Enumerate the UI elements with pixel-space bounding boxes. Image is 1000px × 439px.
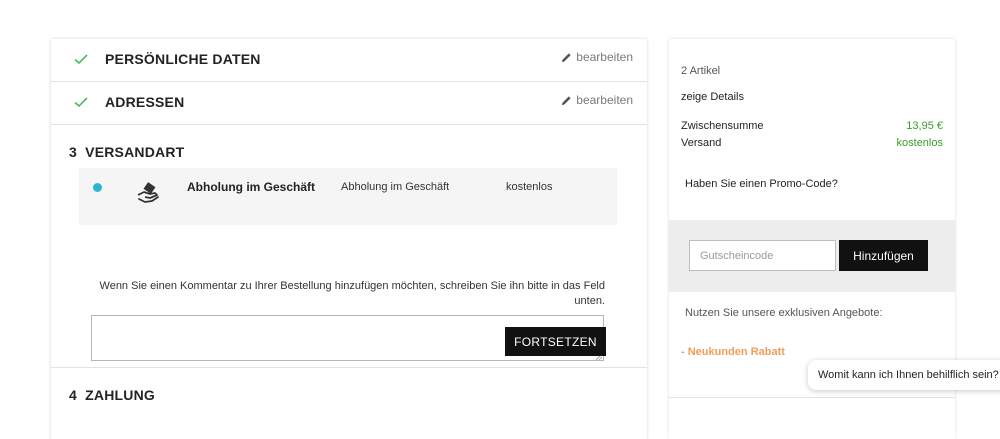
offers-label: Nutzen Sie unsere exklusiven Angebote:: [685, 307, 883, 319]
item-count: 2 Artikel: [681, 65, 721, 77]
chat-bubble[interactable]: Womit kann ich Ihnen behilflich sein?: [808, 360, 1000, 390]
check-icon: [74, 97, 88, 108]
show-details-link[interactable]: zeige Details: [681, 91, 744, 103]
comment-label: Wenn Sie einen Kommentar zu Ihrer Bestel…: [99, 280, 605, 307]
shipping-label: Versand: [681, 137, 722, 149]
step-addresses[interactable]: ADRESSEN bearbeiten: [51, 82, 647, 125]
check-icon: [74, 54, 88, 65]
continue-button[interactable]: FORTSETZEN: [505, 327, 606, 356]
step-title: 3 VERSANDART: [69, 144, 185, 160]
subtotal-label: Zwischensumme: [681, 120, 764, 132]
delivery-option[interactable]: Abholung im Geschäft Abholung im Geschäf…: [79, 168, 617, 225]
edit-addresses-link[interactable]: bearbeiten: [561, 93, 633, 107]
hand-package-icon: [137, 182, 159, 203]
shipping-row: Versand kostenlos: [681, 137, 943, 149]
add-promo-button[interactable]: Hinzufügen: [839, 240, 928, 271]
pencil-icon: [562, 95, 571, 105]
pencil-icon: [562, 52, 571, 62]
carrier-delay: Abholung im Geschäft: [341, 181, 450, 193]
offer-link-new-customer[interactable]: - Neukunden Rabatt: [681, 346, 785, 358]
edit-personal-data-link[interactable]: bearbeiten: [561, 50, 633, 64]
divider: [669, 397, 955, 398]
carrier-name: Abholung im Geschäft: [187, 180, 316, 194]
carrier-price: kostenlos: [506, 181, 553, 193]
subtotal-value: 13,95 €: [906, 120, 943, 132]
edit-label: bearbeiten: [576, 93, 633, 107]
step-title: 4 ZAHLUNG: [69, 387, 155, 403]
checkout-steps: PERSÖNLICHE DATEN bearbeiten ADRESSEN be…: [51, 39, 647, 439]
step-payment[interactable]: 4 ZAHLUNG: [51, 367, 647, 439]
delivery-option-radio[interactable]: [93, 183, 102, 192]
step-title: ADRESSEN: [105, 94, 185, 110]
chat-bubble-text: Womit kann ich Ihnen behilflich sein?: [818, 369, 999, 381]
promo-code-area: Hinzufügen: [669, 220, 955, 292]
subtotal-row: Zwischensumme 13,95 €: [681, 120, 943, 132]
step-personal-data[interactable]: PERSÖNLICHE DATEN bearbeiten: [51, 39, 647, 82]
edit-label: bearbeiten: [576, 50, 633, 64]
step-title: PERSÖNLICHE DATEN: [105, 51, 261, 67]
promo-code-input[interactable]: [689, 240, 836, 271]
shipping-value: kostenlos: [896, 137, 943, 149]
promo-code-toggle[interactable]: Haben Sie einen Promo-Code?: [685, 178, 838, 190]
